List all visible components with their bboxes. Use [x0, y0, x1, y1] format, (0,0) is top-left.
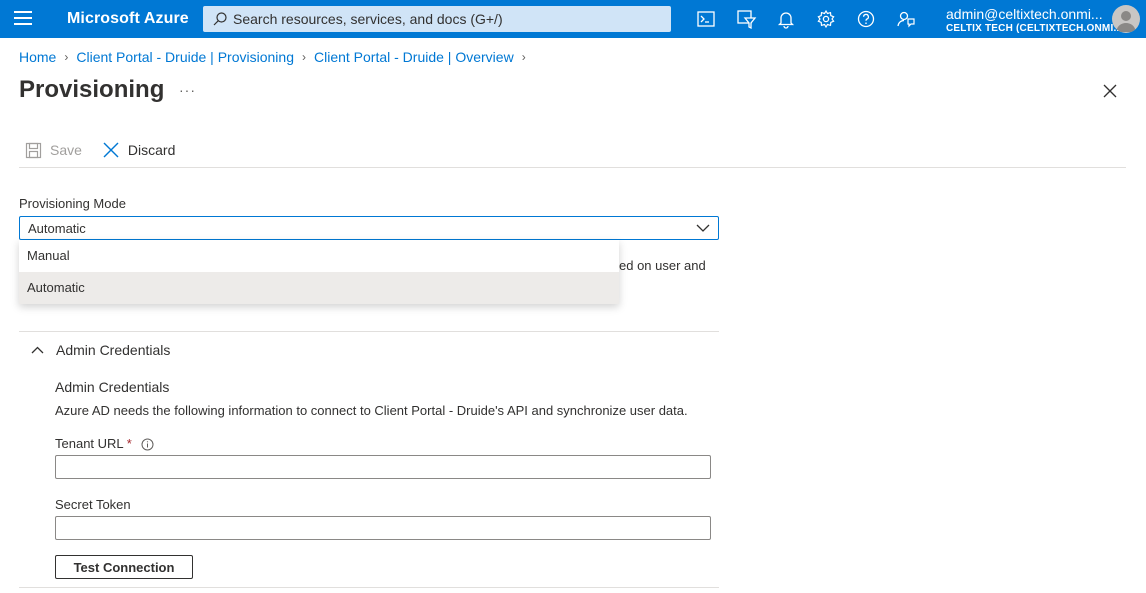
save-icon — [25, 142, 42, 158]
search-icon — [213, 12, 227, 26]
dropdown-option-automatic[interactable]: Automatic — [19, 272, 619, 304]
secret-token-input[interactable] — [55, 516, 711, 540]
account-menu[interactable]: admin@celtixtech.onmi... CELTIX TECH (CE… — [946, 6, 1122, 36]
secret-token-label: Secret Token — [55, 497, 131, 512]
provisioning-mode-label: Provisioning Mode — [19, 196, 126, 211]
account-email: admin@celtixtech.onmi... — [946, 6, 1103, 22]
avatar[interactable] — [1112, 5, 1140, 33]
chevron-right-icon: › — [64, 50, 69, 64]
chevron-right-icon: › — [301, 50, 306, 64]
command-bar: Save Discard — [19, 138, 189, 162]
account-tenant: CELTIX TECH (CELTIXTECH.ONMI... — [946, 23, 1123, 34]
brand-title[interactable]: Microsoft Azure — [67, 10, 189, 28]
close-icon[interactable] — [1102, 83, 1118, 99]
discard-icon — [103, 142, 119, 158]
menu-icon[interactable] — [14, 11, 32, 27]
help-icon[interactable] — [855, 8, 877, 30]
admin-credentials-description: Azure AD needs the following information… — [55, 403, 688, 418]
chevron-down-icon — [696, 224, 710, 232]
provisioning-mode-dropdown: Manual Automatic — [19, 240, 619, 304]
settings-icon[interactable] — [815, 8, 837, 30]
notifications-icon[interactable] — [775, 8, 797, 30]
breadcrumb-home[interactable]: Home — [19, 49, 56, 65]
save-button[interactable]: Save — [19, 142, 82, 159]
toolbar-divider — [19, 167, 1126, 168]
test-connection-button[interactable]: Test Connection — [55, 555, 193, 579]
section-divider — [19, 331, 719, 332]
section-divider — [19, 587, 719, 588]
cloud-shell-icon[interactable] — [695, 8, 717, 30]
tenant-url-input[interactable] — [55, 455, 711, 479]
save-label: Save — [50, 142, 82, 158]
provisioning-mode-description: ed on user and — [619, 258, 706, 273]
dropdown-option-manual[interactable]: Manual — [19, 240, 619, 272]
tenant-url-label: Tenant URL * — [55, 436, 154, 451]
admin-credentials-toggle[interactable]: Admin Credentials — [31, 342, 170, 358]
global-search[interactable] — [203, 6, 671, 32]
chevron-right-icon: › — [521, 50, 526, 64]
directory-filter-icon[interactable] — [735, 8, 757, 30]
admin-credentials-heading: Admin Credentials — [55, 379, 170, 395]
page-title: Provisioning — [19, 76, 165, 103]
more-options-icon[interactable]: ··· — [179, 82, 196, 98]
discard-label: Discard — [127, 142, 176, 158]
breadcrumb-provisioning[interactable]: Client Portal - Druide | Provisioning — [76, 49, 294, 65]
info-icon[interactable] — [141, 438, 154, 451]
provisioning-mode-value: Automatic — [28, 221, 86, 236]
admin-credentials-section-title: Admin Credentials — [56, 342, 171, 358]
required-marker: * — [126, 436, 132, 451]
user-icon — [1116, 11, 1136, 32]
feedback-icon[interactable] — [895, 8, 917, 30]
chevron-up-icon — [31, 346, 44, 354]
discard-button[interactable]: Discard — [96, 141, 175, 159]
breadcrumb-overview[interactable]: Client Portal - Druide | Overview — [314, 49, 514, 65]
provisioning-mode-select[interactable]: Automatic — [19, 216, 719, 240]
breadcrumb: Home › Client Portal - Druide | Provisio… — [19, 49, 534, 65]
tenant-url-label-text: Tenant URL — [55, 436, 124, 451]
search-input[interactable] — [233, 6, 663, 32]
top-bar: Microsoft Azure admin@celtixtech.onmi... — [0, 0, 1146, 38]
